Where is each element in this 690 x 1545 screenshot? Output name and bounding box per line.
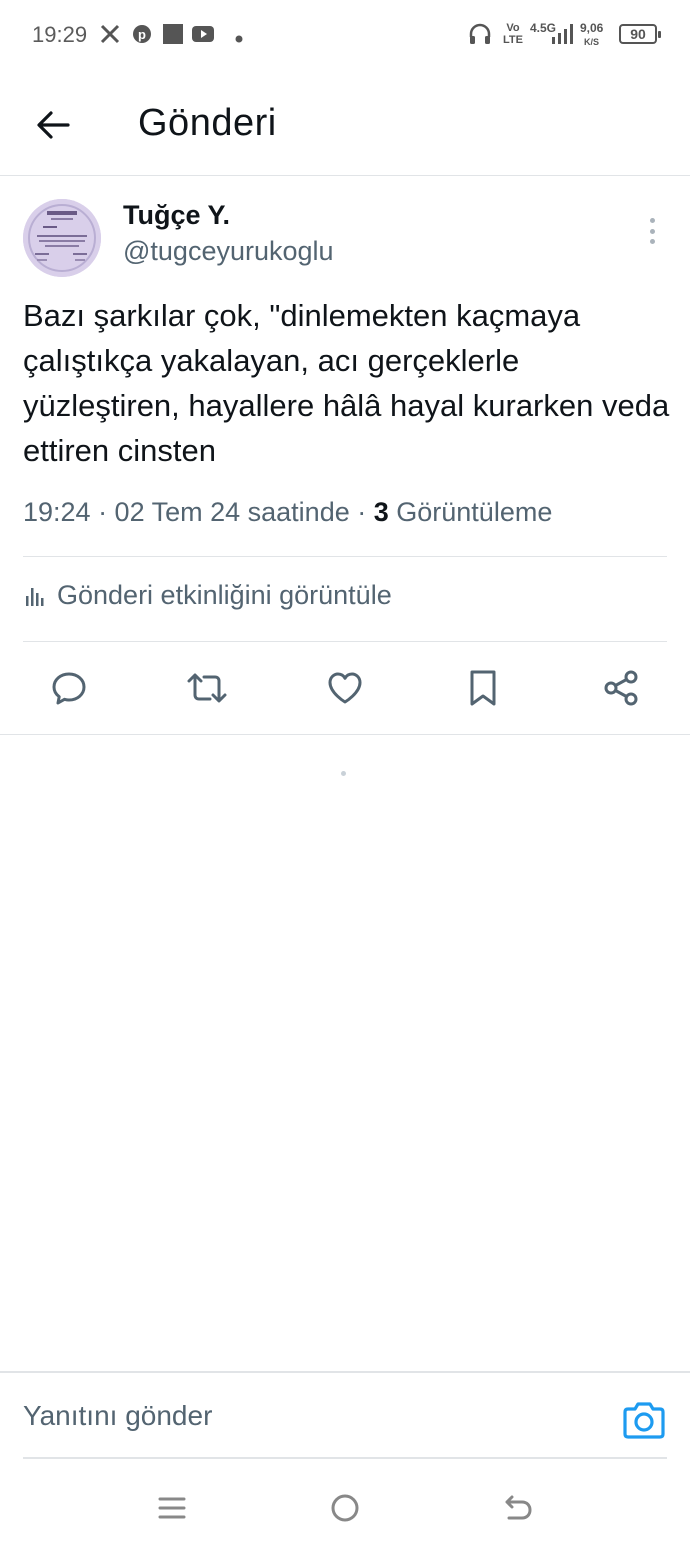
svg-text:p: p [138, 27, 146, 42]
share-button[interactable] [597, 664, 645, 712]
loading-indicator [341, 771, 346, 776]
divider [0, 1371, 690, 1373]
divider [0, 734, 690, 735]
more-dot [649, 228, 655, 234]
share-icon [604, 670, 638, 706]
more-options-button[interactable] [638, 214, 666, 248]
headphones-icon [468, 22, 492, 51]
reply-input[interactable]: Yanıtını gönder [23, 1400, 212, 1432]
battery-indicator: 90 [619, 24, 661, 44]
repost-icon [187, 673, 227, 703]
net-speed-value: 9,06 [580, 21, 604, 35]
system-nav-bar [0, 1470, 690, 1545]
post-meta: 19:24 · 02 Tem 24 saatinde · 3 Görüntüle… [23, 497, 552, 528]
bar-chart-icon [26, 587, 44, 606]
repost-button[interactable] [183, 664, 231, 712]
avatar[interactable] [23, 199, 101, 277]
menu-icon [158, 1497, 186, 1519]
divider [23, 1457, 667, 1459]
net-speed-unit: K/S [584, 37, 600, 47]
views-label: Görüntüleme [388, 497, 553, 527]
dot-icon [235, 30, 243, 48]
menu-nav-button[interactable] [152, 1488, 192, 1528]
signal-icon [552, 24, 574, 49]
youtube-icon [192, 26, 214, 47]
more-dot [649, 218, 655, 223]
pinterest-icon: p [132, 24, 152, 49]
bookmark-icon [470, 670, 496, 706]
comment-icon [52, 672, 86, 705]
back-button[interactable] [30, 102, 76, 148]
bookmark-button[interactable] [459, 664, 507, 712]
app-header: Gönderi [0, 70, 690, 176]
views-count: 3 [373, 497, 389, 527]
undo-arrow-icon [505, 1495, 532, 1520]
reply-button[interactable] [45, 664, 93, 712]
volte-indicator: Vo LTE [503, 22, 523, 46]
avatar-image [23, 199, 101, 277]
activity-label: Gönderi etkinliğini görüntüle [57, 580, 392, 610]
home-nav-button[interactable] [325, 1488, 365, 1528]
x-icon [100, 24, 120, 49]
home-circle-icon [331, 1494, 359, 1522]
square-icon [163, 24, 183, 49]
divider [23, 641, 667, 642]
status-bar: 19:29 p Vo LTE 4.5G 9,06 K/S 90 [0, 0, 690, 70]
like-button[interactable] [321, 664, 369, 712]
divider [23, 556, 667, 557]
status-time: 19:29 [32, 22, 88, 47]
camera-icon [623, 1402, 665, 1439]
post-timestamp: 19:24 · 02 Tem 24 saatinde · [23, 497, 374, 527]
more-dot [649, 239, 655, 244]
post-activity-link[interactable]: Gönderi etkinliğini görüntüle [23, 580, 392, 611]
post-actions [0, 660, 690, 720]
author-handle[interactable]: @tugceyurukoglu [123, 236, 334, 267]
page-title: Gönderi [138, 102, 277, 144]
camera-button[interactable] [622, 1400, 666, 1440]
back-nav-button[interactable] [498, 1488, 538, 1528]
author-name[interactable]: Tuğçe Y. [123, 200, 230, 231]
heart-icon [328, 672, 362, 704]
post-text: Bazı şarkılar çok, "dinlemekten kaçmaya … [23, 298, 670, 468]
arrow-left-icon [37, 111, 70, 139]
